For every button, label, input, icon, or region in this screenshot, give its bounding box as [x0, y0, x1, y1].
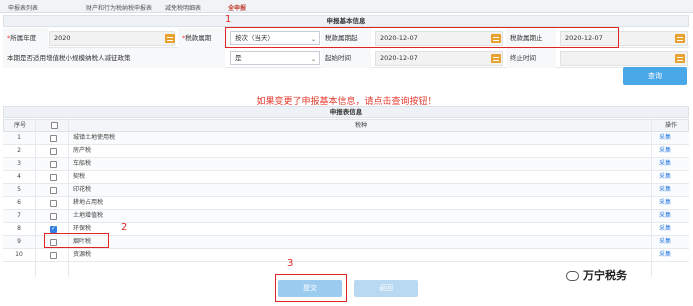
info-row-2: 本期是否适用增值税小规模纳税人减征政策 是 ⌄ 起始时间 2020-12-07 终…	[3, 48, 689, 68]
row-number: 5	[17, 186, 21, 193]
row-checkbox[interactable]	[50, 187, 57, 194]
table-row: 4 契税 采集	[3, 171, 689, 184]
year-label: *所属年度	[3, 28, 48, 48]
annotation-box-period	[225, 27, 619, 48]
tab-declaration-list[interactable]: 申报表列表	[8, 3, 38, 12]
row-checkbox[interactable]	[50, 225, 57, 233]
collect-link[interactable]: 采集	[659, 210, 671, 222]
table-row: 6 耕地占用税 采集	[3, 197, 689, 210]
policy-label: 本期是否适用增值税小规模纳税人减征政策	[3, 48, 225, 68]
row-number: 4	[17, 173, 21, 180]
watermark-text: 万宁税务	[583, 269, 627, 282]
table-row: 5 印花税 采集	[3, 184, 689, 197]
calendar-icon[interactable]	[165, 34, 175, 43]
tab-exemption-detail[interactable]: 减免税明细表	[165, 3, 201, 12]
row-checkbox[interactable]	[50, 252, 57, 259]
tax-type-name: 车船税	[73, 160, 92, 167]
annotation-box-submit	[275, 274, 347, 302]
info-section-title: 申报基本信息	[3, 15, 689, 27]
period-label: *税款属期	[178, 28, 228, 48]
annotation-box-checkbox	[44, 233, 109, 248]
watermark: 万宁税务	[566, 267, 627, 283]
collect-link[interactable]: 采集	[659, 236, 671, 248]
table-row: 10 资源税 采集	[3, 249, 689, 262]
tab-property-behavior-tax-form[interactable]: 财产和行为税纳税申报表	[86, 3, 152, 12]
row-number: 9	[17, 238, 21, 245]
top-tab-bar: 申报表列表 财产和行为税纳税申报表 减免税明细表 全申报	[0, 0, 693, 13]
row-number: 10	[15, 251, 23, 258]
table-row: 1 城镇土地使用税 采集	[3, 132, 689, 145]
row-number: 7	[17, 212, 21, 219]
chevron-down-icon: ⌄	[310, 56, 316, 63]
table-row: 7 土地增值税 采集	[3, 210, 689, 223]
annotation-number-2: 2	[121, 222, 128, 233]
column-divider	[68, 119, 69, 277]
collect-link[interactable]: 采集	[659, 197, 671, 209]
row-checkbox[interactable]	[50, 161, 57, 168]
header-tax-type: 税种	[354, 122, 367, 129]
row-checkbox[interactable]	[50, 174, 57, 181]
annotation-number-3: 3	[287, 258, 294, 269]
tax-type-name: 城镇土地使用税	[73, 134, 116, 141]
calendar-icon[interactable]	[491, 54, 501, 63]
collect-link[interactable]: 采集	[659, 223, 671, 235]
row-number: 1	[17, 134, 21, 141]
table-header: 序号 税种 操作	[3, 119, 689, 132]
annotation-number-1: 1	[225, 14, 232, 25]
collect-link[interactable]: 采集	[659, 132, 671, 144]
period-label-text: 税款属期	[185, 34, 212, 42]
calendar-icon[interactable]	[675, 34, 685, 43]
tax-type-name: 土地增值税	[73, 212, 104, 219]
row-checkbox[interactable]	[50, 200, 57, 207]
table-section-title: 申报表信息	[3, 106, 689, 118]
finish-label: 终止时间	[506, 48, 556, 68]
column-divider	[35, 119, 36, 277]
tab-full-declaration[interactable]: 全申报	[228, 3, 246, 12]
tax-type-name: 印花税	[73, 186, 92, 193]
collect-link[interactable]: 采集	[659, 249, 671, 261]
header-no: 序号	[13, 122, 26, 129]
year-label-text: 所属年度	[10, 34, 37, 42]
year-field[interactable]: 2020	[49, 31, 175, 46]
table-row: 2 房产税 采集	[3, 145, 689, 158]
row-checkbox[interactable]	[50, 213, 57, 220]
row-number: 2	[17, 147, 21, 154]
calendar-icon[interactable]	[675, 54, 685, 63]
row-checkbox[interactable]	[50, 148, 57, 155]
tax-type-name: 耕地占用税	[73, 199, 104, 206]
finish-date-field[interactable]	[560, 51, 688, 66]
begin-label: 起始时间	[321, 48, 371, 68]
wechat-icon	[566, 271, 579, 281]
select-all-checkbox[interactable]	[51, 122, 58, 129]
row-number: 3	[17, 160, 21, 167]
policy-select[interactable]: 是 ⌄	[230, 51, 320, 65]
policy-select-value: 是	[235, 54, 242, 62]
query-button[interactable]: 查询	[623, 67, 687, 85]
tax-type-name: 房产税	[73, 147, 92, 154]
collect-link[interactable]: 采集	[659, 158, 671, 170]
table-row: 3 车船税 采集	[3, 158, 689, 171]
row-number: 8	[17, 225, 21, 232]
collect-link[interactable]: 采集	[659, 145, 671, 157]
header-operation: 操作	[664, 122, 677, 129]
begin-date-field[interactable]: 2020-12-07	[375, 51, 503, 66]
tax-type-name: 资源税	[73, 251, 92, 258]
row-number: 6	[17, 199, 21, 206]
back-button[interactable]: 返回	[354, 280, 418, 297]
tax-type-name: 契税	[73, 173, 86, 180]
collect-link[interactable]: 采集	[659, 184, 671, 196]
column-divider	[651, 119, 652, 277]
collect-link[interactable]: 采集	[659, 171, 671, 183]
row-checkbox[interactable]	[50, 135, 57, 142]
